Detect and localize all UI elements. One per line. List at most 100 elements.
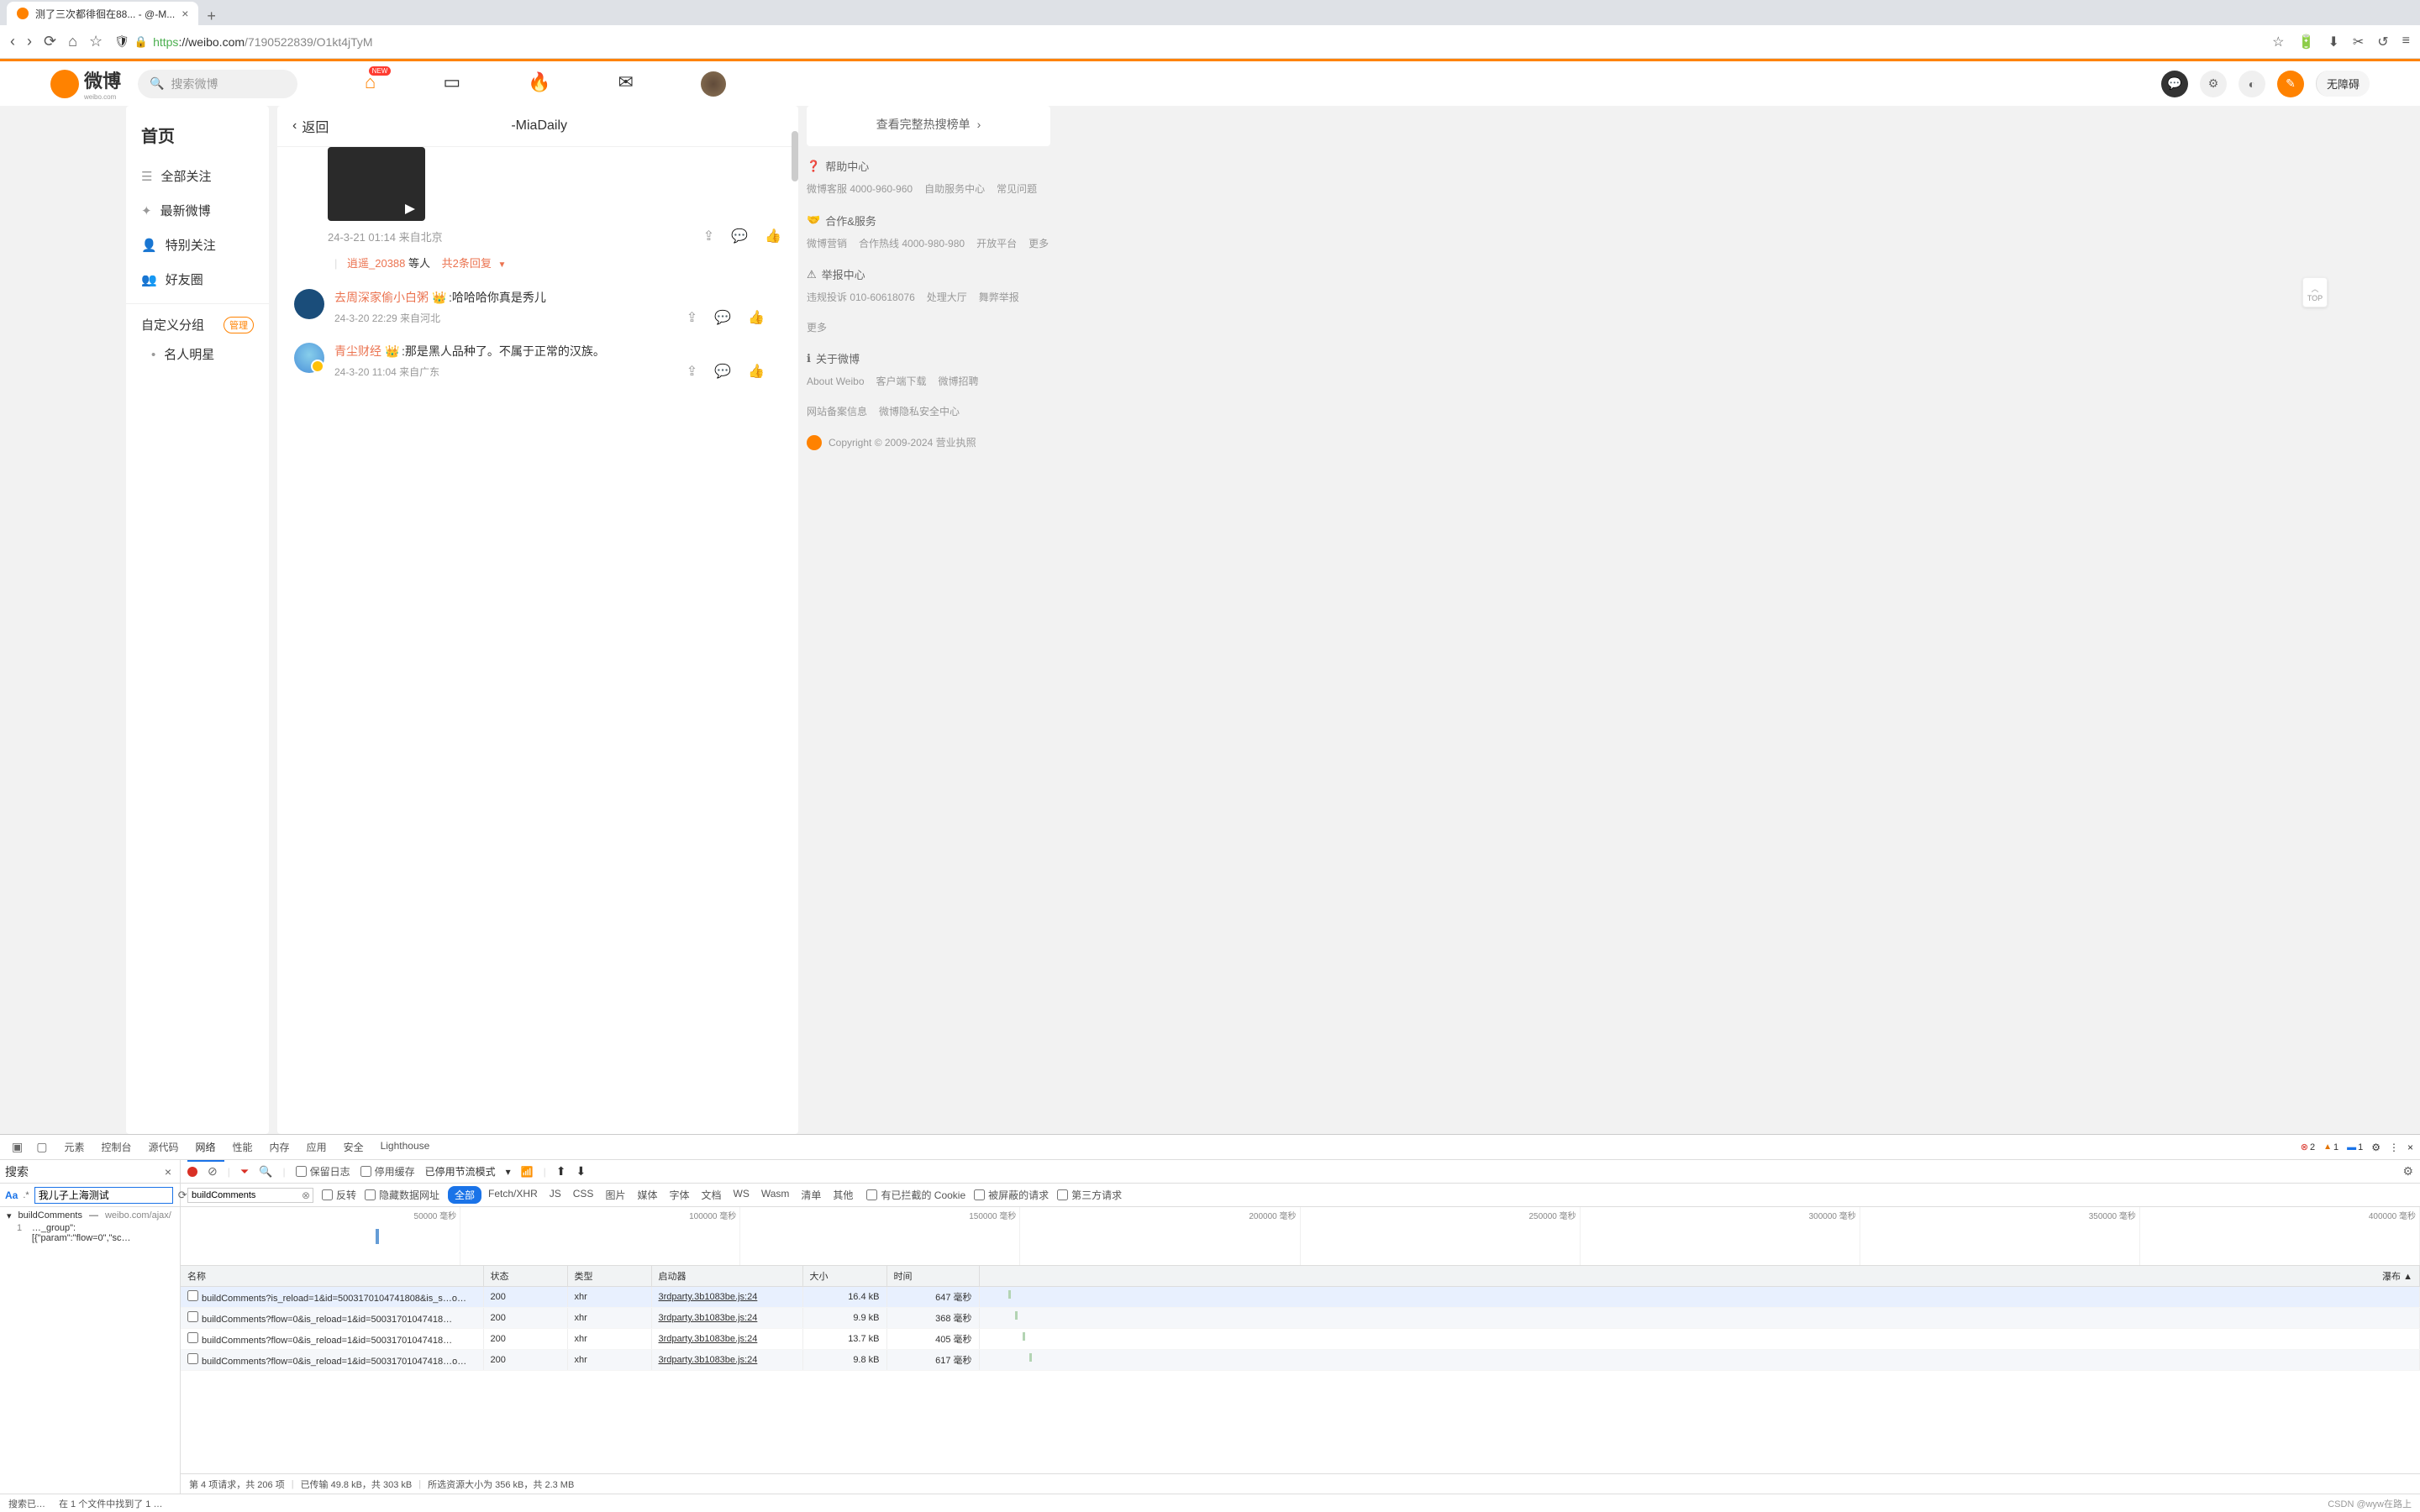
row-checkbox[interactable] xyxy=(187,1311,198,1322)
scrollbar[interactable] xyxy=(792,131,798,181)
warning-count[interactable]: 1 xyxy=(2323,1142,2338,1152)
comment-icon[interactable]: 💬 xyxy=(714,363,731,380)
home-icon[interactable]: ⌂ xyxy=(68,33,77,50)
search-icon[interactable]: 🔍 xyxy=(259,1165,272,1179)
filter-type[interactable]: Fetch/XHR xyxy=(483,1186,543,1204)
star-icon[interactable]: ☆ xyxy=(2272,34,2284,50)
clear-filter-icon[interactable]: ⊗ xyxy=(302,1189,310,1201)
help-link[interactable]: 微博客服 4000-960-960 xyxy=(807,181,913,199)
error-count[interactable]: 2 xyxy=(2301,1142,2315,1152)
nav-video[interactable]: ▭ xyxy=(443,71,460,97)
hide-data-urls-checkbox[interactable]: 隐藏数据网址 xyxy=(365,1188,439,1202)
devtools-tab[interactable]: 元素 xyxy=(55,1134,92,1161)
share-icon[interactable]: ⇪ xyxy=(687,363,697,380)
help-link[interactable]: 合作热线 4000-980-980 xyxy=(859,235,965,254)
accessibility-button[interactable]: 无障碍 xyxy=(2316,71,2370,97)
table-header[interactable]: 类型 xyxy=(567,1266,651,1287)
comment-author[interactable]: 去周深家偷小白粥 xyxy=(334,289,429,306)
site-logo[interactable]: 微博 weibo.com xyxy=(50,66,121,101)
comment-author[interactable]: 青尘财经 xyxy=(334,343,381,360)
help-link[interactable]: 微博招聘 xyxy=(939,373,979,391)
sidebar-item-special[interactable]: 👤特别关注 xyxy=(126,228,269,262)
reply-user[interactable]: 逍遥_20388 xyxy=(347,257,405,270)
device-icon[interactable]: ▢ xyxy=(31,1140,52,1154)
filter-type[interactable]: 媒体 xyxy=(632,1186,662,1204)
tab-close-icon[interactable]: × xyxy=(182,7,188,20)
filter-type[interactable]: 字体 xyxy=(664,1186,694,1204)
throttle-select[interactable]: 已停用节流模式 xyxy=(425,1164,496,1179)
hotlist-link[interactable]: 查看完整热搜榜单 › xyxy=(807,113,1050,136)
comment-icon[interactable]: 💬 xyxy=(714,309,731,326)
gear-icon[interactable]: ⚙ xyxy=(2371,1142,2381,1153)
devtools-tab[interactable]: 网络 xyxy=(187,1134,224,1162)
blocked-cookies-checkbox[interactable]: 有已拦截的 Cookie xyxy=(866,1188,965,1202)
help-link[interactable]: 微博营销 xyxy=(807,235,847,254)
filter-type[interactable]: JS xyxy=(544,1186,566,1204)
devtools-tab[interactable]: 性能 xyxy=(224,1134,261,1161)
table-header[interactable]: 名称 xyxy=(181,1266,483,1287)
filter-type[interactable]: 文档 xyxy=(696,1186,726,1204)
search-result-file[interactable]: ▾ buildComments — weibo.com/ajax/ xyxy=(7,1210,173,1221)
like-icon[interactable]: 👍 xyxy=(748,309,765,326)
settings-icon[interactable]: ⚙ xyxy=(2200,71,2227,97)
new-tab-button[interactable]: + xyxy=(198,8,224,25)
help-link[interactable]: 常见问题 xyxy=(997,181,1037,199)
wifi-icon[interactable]: 📶 xyxy=(521,1166,534,1178)
search-box[interactable]: 🔍 搜索微博 xyxy=(138,70,297,98)
nav-message[interactable]: ✉ xyxy=(618,71,634,97)
post-image[interactable] xyxy=(328,147,425,221)
close-icon[interactable]: × xyxy=(2407,1142,2413,1153)
row-checkbox[interactable] xyxy=(187,1290,198,1301)
clear-button[interactable]: ⊘ xyxy=(208,1164,218,1179)
nav-hot[interactable]: 🔥 xyxy=(528,71,550,97)
sidebar-item-all[interactable]: ☰全部关注 xyxy=(126,159,269,193)
help-link[interactable]: About Weibo xyxy=(807,373,865,391)
back-icon[interactable]: ‹ xyxy=(10,33,15,50)
devtools-tab[interactable]: Lighthouse xyxy=(372,1134,439,1161)
table-header[interactable]: 时间 xyxy=(886,1266,979,1287)
case-sensitive-icon[interactable]: Aa xyxy=(5,1189,18,1201)
menu-icon[interactable]: ≡ xyxy=(2402,34,2410,50)
regex-icon[interactable]: .* xyxy=(23,1190,29,1200)
kebab-icon[interactable]: ⋮ xyxy=(2389,1142,2399,1153)
invert-checkbox[interactable]: 反转 xyxy=(322,1188,356,1202)
initiator-link[interactable]: 3rdparty.3b1083be.js:24 xyxy=(659,1313,758,1323)
filter-type[interactable]: 清单 xyxy=(796,1186,826,1204)
upload-icon[interactable]: ⬆ xyxy=(556,1164,566,1179)
inspect-icon[interactable]: ▣ xyxy=(7,1140,28,1154)
third-party-checkbox[interactable]: 第三方请求 xyxy=(1057,1188,1122,1202)
initiator-link[interactable]: 3rdparty.3b1083be.js:24 xyxy=(659,1292,758,1302)
comment-icon[interactable]: 💬 xyxy=(731,228,748,244)
shield-icon[interactable]: 🛡 xyxy=(114,34,129,49)
initiator-link[interactable]: 3rdparty.3b1083be.js:24 xyxy=(659,1355,758,1365)
reply-count[interactable]: 共2条回复 xyxy=(442,257,492,270)
reload-icon[interactable]: ⟳ xyxy=(44,33,56,50)
search-input[interactable] xyxy=(34,1187,173,1204)
disable-cache-checkbox[interactable]: 停用缓存 xyxy=(360,1164,415,1179)
help-link[interactable]: 更多 xyxy=(807,319,827,338)
filter-type[interactable]: 其他 xyxy=(828,1186,858,1204)
url-bar[interactable]: 🛡 🔒 https://weibo.com/7190522839/O1kt4jT… xyxy=(114,34,2260,49)
help-link[interactable]: 更多 xyxy=(1028,235,1049,254)
preserve-log-checkbox[interactable]: 保留日志 xyxy=(296,1164,350,1179)
nav-avatar[interactable] xyxy=(701,71,726,97)
forward-icon[interactable]: › xyxy=(27,33,32,50)
filter-type[interactable]: Wasm xyxy=(756,1186,795,1204)
devtools-tab[interactable]: 控制台 xyxy=(92,1134,139,1161)
share-icon[interactable]: ⇪ xyxy=(703,228,714,244)
like-icon[interactable]: 👍 xyxy=(765,228,781,244)
chevron-down-icon[interactable]: ▾ xyxy=(506,1166,511,1178)
sidebar-item-friends[interactable]: 👥好友圈 xyxy=(126,262,269,297)
devtools-tab[interactable]: 安全 xyxy=(335,1134,372,1161)
comment-avatar[interactable] xyxy=(294,289,324,319)
close-icon[interactable]: × xyxy=(161,1165,175,1179)
theme-icon[interactable]: ◐ xyxy=(2238,71,2265,97)
history-icon[interactable]: ↺ xyxy=(2377,34,2388,50)
table-header[interactable]: 启动器 xyxy=(651,1266,802,1287)
row-checkbox[interactable] xyxy=(187,1353,198,1364)
share-icon[interactable]: ⇪ xyxy=(687,309,697,326)
search-result-match[interactable]: 1 …_group":[{"param":"flow=0","sc… xyxy=(7,1221,173,1245)
filter-type[interactable]: 图片 xyxy=(600,1186,630,1204)
initiator-link[interactable]: 3rdparty.3b1083be.js:24 xyxy=(659,1334,758,1344)
devtools-tab[interactable]: 源代码 xyxy=(140,1134,187,1161)
